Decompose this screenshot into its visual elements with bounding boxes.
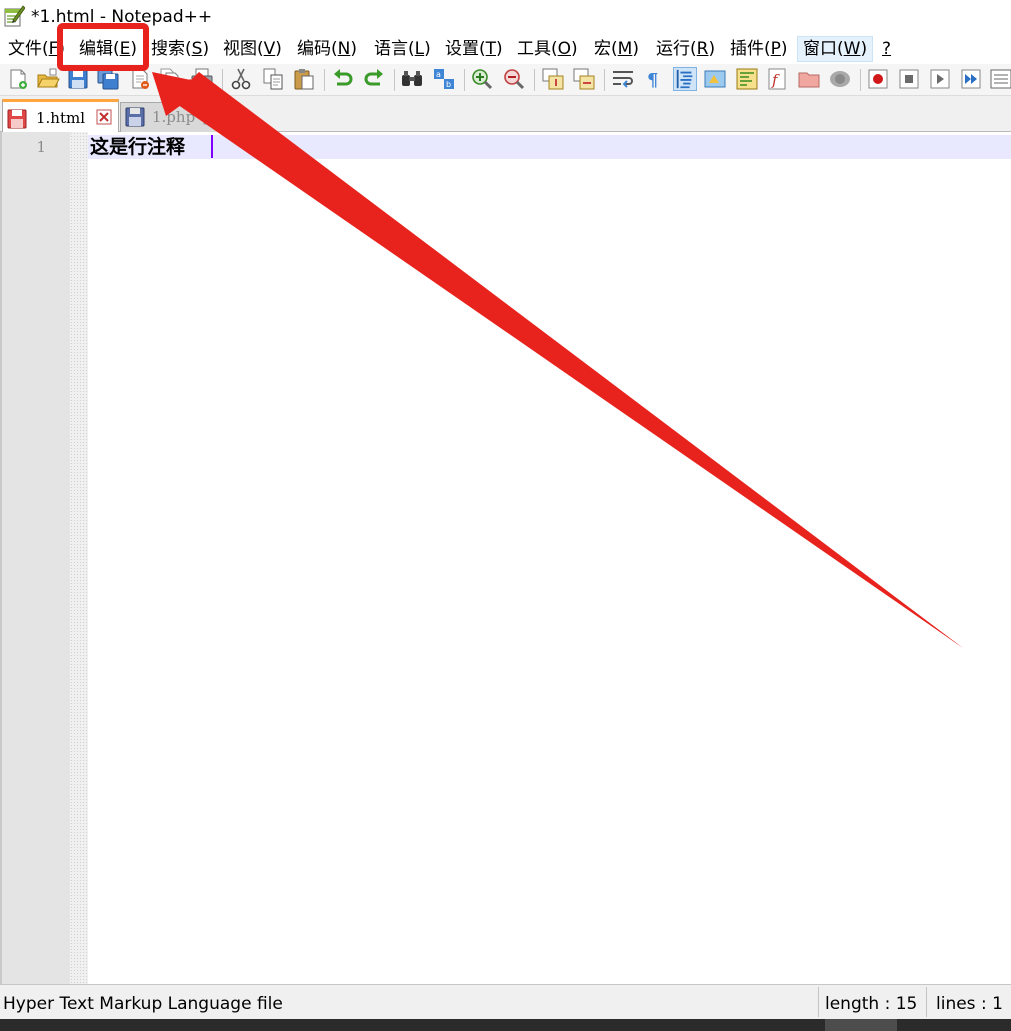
sync-vertical-icon[interactable] — [541, 67, 565, 91]
user-language-icon[interactable] — [703, 67, 727, 91]
tab-label: 1.php — [152, 108, 196, 126]
code-line[interactable]: 这是行注释 — [90, 135, 185, 159]
line-number-gutter: 1 — [2, 132, 70, 984]
menu-bar: 文件(F) 编辑(E) 搜索(S) 视图(V) 编码(N) 语言(L) 设置(T… — [0, 34, 1011, 64]
taskbar-strip — [0, 1019, 1011, 1031]
zoom-out-icon[interactable] — [502, 67, 526, 91]
find-icon[interactable] — [400, 67, 424, 91]
menu-encoding[interactable]: 编码(N) — [297, 36, 357, 62]
menu-tools[interactable]: 工具(O) — [517, 36, 578, 62]
status-bar: Hyper Text Markup Language file length :… — [0, 984, 1011, 1019]
menu-macro[interactable]: 宏(M) — [594, 36, 639, 62]
copy-icon[interactable] — [261, 67, 285, 91]
function-list-icon[interactable]: f — [766, 67, 790, 91]
svg-text:a: a — [436, 70, 441, 79]
line-number: 1 — [36, 138, 46, 156]
stop-recording-icon[interactable] — [897, 67, 921, 91]
indent-guide-icon[interactable] — [673, 67, 697, 91]
window-title: *1.html - Notepad++ — [31, 7, 213, 27]
unsaved-file-icon — [7, 109, 27, 129]
svg-text:¶: ¶ — [647, 70, 658, 91]
status-divider — [926, 987, 927, 1017]
menu-window[interactable]: 窗口(W) — [797, 36, 874, 62]
print-icon[interactable] — [190, 67, 214, 91]
toolbar-separator — [394, 69, 395, 91]
toolbar-separator — [534, 69, 535, 91]
menu-view[interactable]: 视图(V) — [223, 36, 282, 62]
save-all-icon[interactable] — [96, 67, 120, 91]
toolbar-separator — [464, 69, 465, 91]
menu-language[interactable]: 语言(L) — [374, 36, 431, 62]
word-wrap-icon[interactable] — [611, 67, 635, 91]
toolbar-separator — [604, 69, 605, 91]
menu-help[interactable]: ? — [882, 36, 891, 62]
close-icon[interactable] — [128, 67, 152, 91]
zoom-in-icon[interactable] — [470, 67, 494, 91]
status-length: length : 15 — [825, 994, 918, 1014]
document-map-icon[interactable] — [735, 67, 759, 91]
tab-1-html[interactable]: 1.html — [2, 99, 119, 132]
title-bar: *1.html - Notepad++ — [0, 0, 1011, 34]
menu-settings[interactable]: 设置(T) — [445, 36, 503, 62]
close-all-icon[interactable] — [158, 67, 182, 91]
menu-plugins[interactable]: 插件(P) — [730, 36, 788, 62]
text-caret — [211, 135, 213, 158]
record-macro-icon[interactable] — [866, 67, 890, 91]
paste-icon[interactable] — [292, 67, 316, 91]
show-all-characters-icon[interactable]: ¶ — [642, 67, 666, 91]
close-tab-icon[interactable] — [96, 109, 112, 125]
current-line-highlight — [88, 135, 1011, 159]
save-icon[interactable] — [66, 67, 90, 91]
monitoring-icon[interactable] — [828, 67, 852, 91]
open-file-icon[interactable] — [36, 67, 60, 91]
tab-bar: 1.html 1.php — [0, 96, 1011, 132]
menu-run[interactable]: 运行(R) — [656, 36, 715, 62]
editor-pane[interactable]: 1 这是行注释 — [0, 132, 1011, 984]
menu-edit[interactable]: 编辑(E) — [79, 36, 137, 62]
saved-file-icon — [125, 107, 145, 127]
notepad-plus-plus-icon — [4, 5, 25, 27]
tab-label: 1.html — [36, 109, 86, 127]
status-lines: lines : 1 — [936, 994, 1003, 1014]
menu-file[interactable]: 文件(F) — [8, 36, 65, 62]
redo-icon[interactable] — [362, 67, 386, 91]
replace-icon[interactable]: ab — [432, 67, 456, 91]
toolbar: ab ¶ f — [0, 64, 1011, 96]
toolbar-separator — [222, 69, 223, 91]
status-file-type: Hyper Text Markup Language file — [3, 994, 283, 1014]
svg-text:b: b — [446, 80, 451, 89]
menu-search[interactable]: 搜索(S) — [151, 36, 209, 62]
play-macro-icon[interactable] — [928, 67, 952, 91]
run-macro-multiple-icon[interactable] — [959, 67, 983, 91]
cut-icon[interactable] — [229, 67, 253, 91]
sync-horizontal-icon[interactable] — [572, 67, 596, 91]
toolbar-separator — [324, 69, 325, 91]
undo-icon[interactable] — [331, 67, 355, 91]
status-divider — [818, 987, 819, 1017]
close-tab-icon[interactable] — [203, 109, 219, 125]
toolbar-separator — [860, 69, 861, 91]
save-macro-icon[interactable] — [989, 67, 1011, 91]
folder-as-workspace-icon[interactable] — [797, 67, 821, 91]
tab-1-php[interactable]: 1.php — [120, 102, 224, 132]
fold-margin[interactable] — [70, 132, 88, 984]
new-file-icon[interactable] — [6, 67, 30, 91]
